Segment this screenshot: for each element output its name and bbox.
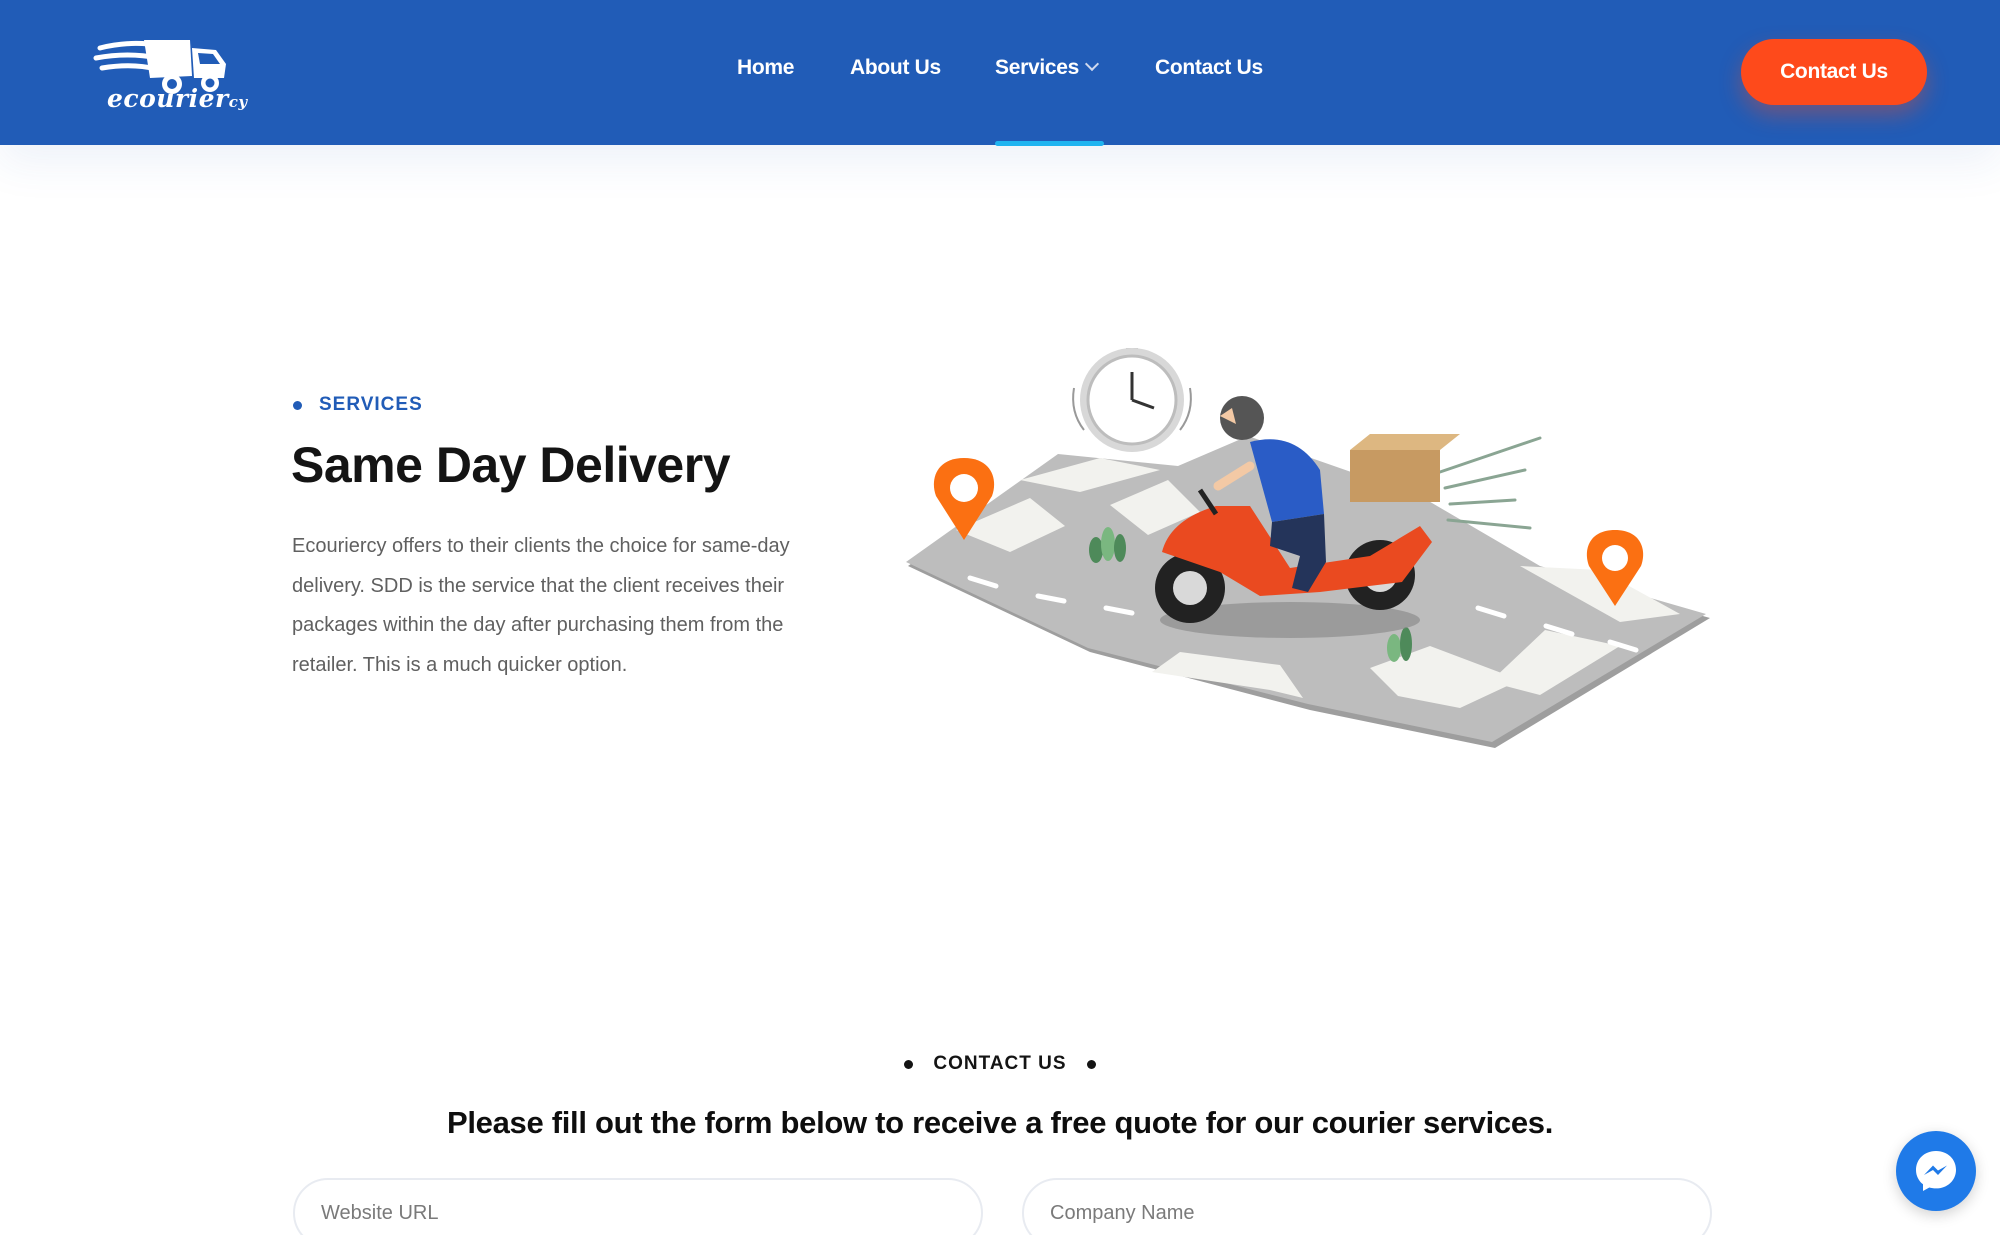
messenger-icon <box>1916 1151 1956 1191</box>
stopwatch-icon <box>1072 348 1192 452</box>
company-name-input[interactable] <box>1022 1178 1712 1235</box>
section-eyebrow: SERVICES <box>293 394 423 416</box>
bullet-dot <box>904 1059 914 1069</box>
bullet-dot <box>293 400 302 410</box>
chevron-down-icon <box>1084 56 1100 72</box>
nav-contact-us[interactable]: Contact Us <box>1155 56 1263 80</box>
nav-services[interactable]: Services <box>995 56 1100 80</box>
website-url-input[interactable] <box>293 1178 983 1235</box>
contact-us-button-label: Contact Us <box>1780 60 1888 83</box>
contact-eyebrow-label: CONTACT US <box>933 1053 1067 1074</box>
nav-contact-label: Contact Us <box>1155 56 1263 79</box>
eyebrow-label: SERVICES <box>319 394 423 415</box>
nav-home[interactable]: Home <box>737 56 794 80</box>
bullet-dot <box>1086 1059 1096 1069</box>
service-description: Ecouriercy offers to their clients the c… <box>292 535 790 676</box>
nav-services-label: Services <box>995 56 1080 79</box>
contact-eyebrow: CONTACT US <box>0 1053 2000 1075</box>
contact-us-button[interactable]: Contact Us <box>1741 39 1927 105</box>
messenger-chat-button[interactable] <box>1896 1131 1976 1211</box>
nav-home-label: Home <box>737 56 795 79</box>
scooter-courier-illustration <box>906 348 1710 748</box>
active-nav-indicator <box>995 141 1104 146</box>
site-header: ecouriercy Home About Us Services Contac… <box>0 0 2000 146</box>
contact-title: Please fill out the form below to receiv… <box>446 1105 1554 1140</box>
nav-about-label: About Us <box>850 56 941 79</box>
nav-about-us[interactable]: About Us <box>850 56 941 80</box>
logo-wordmark: ecouriercy <box>107 84 248 113</box>
page-title: Same Day Delivery <box>291 437 731 493</box>
